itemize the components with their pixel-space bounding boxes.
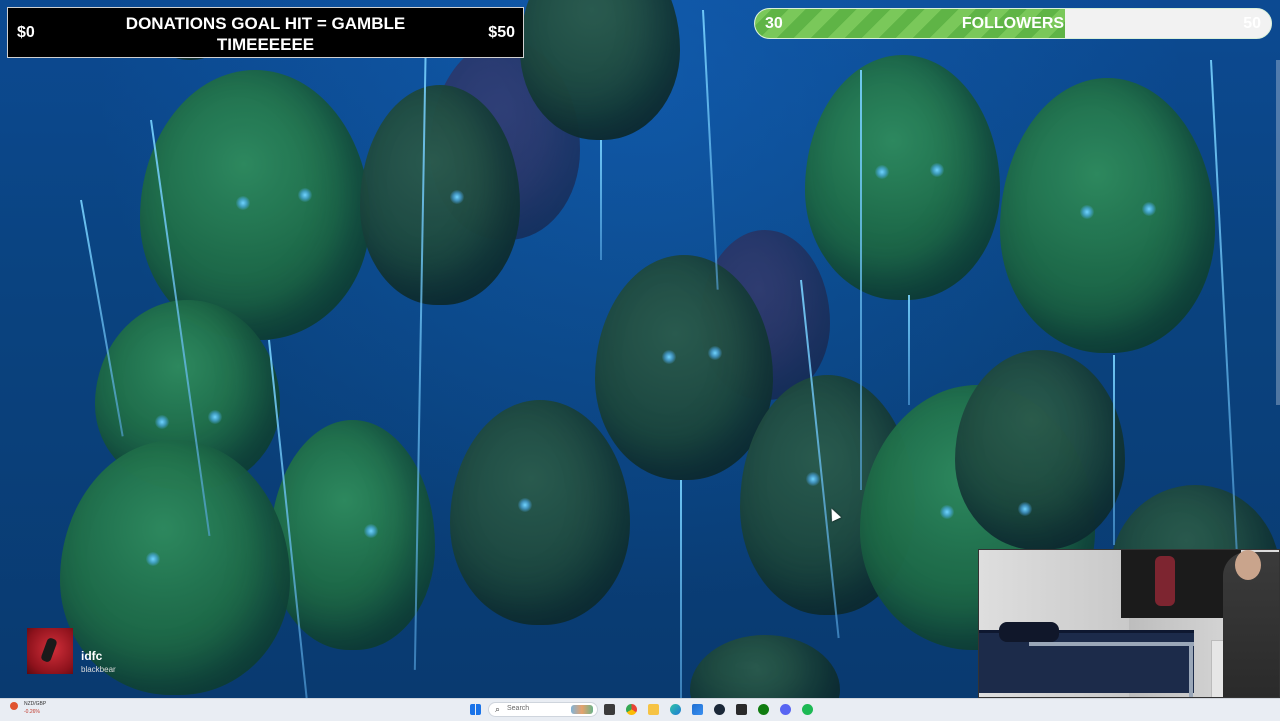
light-reflection xyxy=(875,165,889,179)
donation-current: $0 xyxy=(17,24,35,41)
search-placeholder: Search xyxy=(507,705,530,712)
balloon xyxy=(690,635,840,698)
webcam-bed-rail xyxy=(1189,642,1193,697)
currency-pair: NZD/GBP xyxy=(24,701,47,707)
webcam-bed-rail xyxy=(1029,642,1194,646)
light-reflection xyxy=(298,188,312,202)
light-reflection xyxy=(806,472,820,486)
light-reflection xyxy=(155,415,169,429)
album-art xyxy=(27,628,73,674)
alert-dot-icon xyxy=(10,702,18,710)
search-highlight-art xyxy=(571,705,593,714)
balloon-string xyxy=(680,480,682,698)
balloon-string xyxy=(600,140,602,260)
light-reflection xyxy=(146,552,160,566)
balloon xyxy=(450,400,630,625)
light-reflection xyxy=(364,524,378,538)
donation-goal-widget: $0 DONATIONS GOAL HIT = GAMBLE TIMEEEEEE… xyxy=(7,7,524,58)
file-explorer-icon[interactable] xyxy=(648,704,659,715)
donation-target: $50 xyxy=(488,24,515,41)
light-reflection xyxy=(450,190,464,204)
balloon-string xyxy=(908,295,910,405)
webcam-pillow xyxy=(999,622,1059,642)
webcam-streamer-head xyxy=(1235,550,1261,580)
light-reflection xyxy=(1142,202,1156,216)
microsoft-store-icon[interactable] xyxy=(692,704,703,715)
balloon-string xyxy=(1113,355,1115,545)
spotify-icon[interactable] xyxy=(802,704,813,715)
light-reflection xyxy=(940,505,954,519)
light-reflection xyxy=(236,196,250,210)
track-title: idfc xyxy=(81,649,103,663)
balloon xyxy=(1000,78,1215,353)
scrollbar-track[interactable] xyxy=(1276,60,1280,405)
taskbar-search[interactable]: ⌕ Search xyxy=(488,702,598,717)
light-reflection xyxy=(1018,502,1032,516)
edge-icon[interactable] xyxy=(670,704,681,715)
epic-games-icon[interactable] xyxy=(736,704,747,715)
light-reflection xyxy=(518,498,532,512)
balloon-string xyxy=(860,70,862,490)
task-view-icon[interactable] xyxy=(604,704,615,715)
balloon-string xyxy=(1210,59,1238,550)
discord-icon[interactable] xyxy=(780,704,791,715)
steam-icon[interactable] xyxy=(714,704,725,715)
followers-target: 50 xyxy=(1243,15,1261,32)
xbox-icon[interactable] xyxy=(758,704,769,715)
windows-start-icon[interactable] xyxy=(470,704,481,715)
light-reflection xyxy=(930,163,944,177)
light-reflection xyxy=(708,346,722,360)
chrome-icon[interactable] xyxy=(626,704,637,715)
light-reflection xyxy=(208,410,222,424)
followers-goal-widget: 30 FOLLOWERS 50 xyxy=(754,8,1272,39)
search-icon: ⌕ xyxy=(495,704,501,714)
windows-taskbar: NZD/GBP -0.26% ⌕ Search xyxy=(0,698,1280,721)
track-artist: blackbear xyxy=(81,665,116,674)
balloon-string xyxy=(702,9,719,290)
balloon xyxy=(805,55,1000,300)
followers-label: FOLLOWERS xyxy=(961,15,1065,32)
donation-goal-title: DONATIONS GOAL HIT = GAMBLE TIMEEEEEE xyxy=(125,14,406,54)
light-reflection xyxy=(662,350,676,364)
balloon xyxy=(270,420,435,650)
currency-change: -0.26% xyxy=(24,709,40,715)
balloon xyxy=(955,350,1125,550)
webcam-feed xyxy=(978,549,1280,698)
light-reflection xyxy=(1080,205,1094,219)
webcam-jacket xyxy=(1155,556,1175,606)
